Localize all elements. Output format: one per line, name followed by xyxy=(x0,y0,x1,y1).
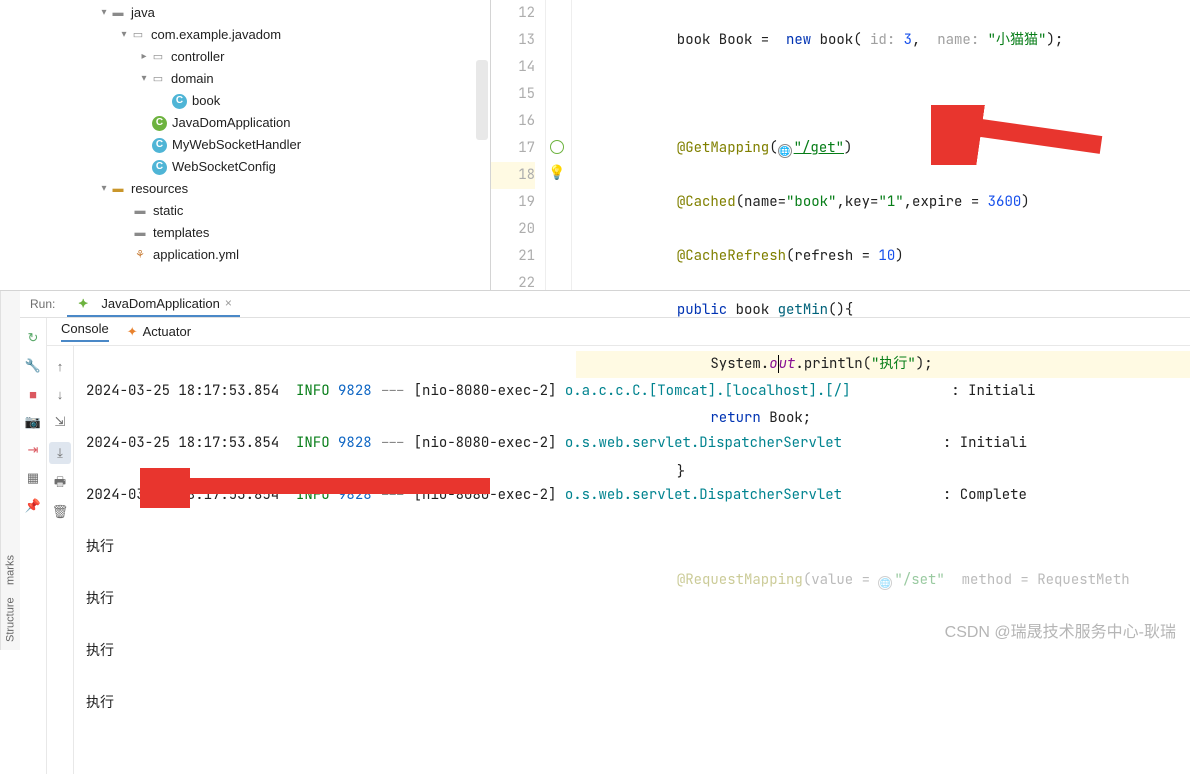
tree-label: application.yml xyxy=(153,244,239,266)
resources-folder-icon: ▬ xyxy=(110,181,126,197)
tree-item-templates[interactable]: ▬ templates xyxy=(0,222,490,244)
exit-icon[interactable]: ⇥ xyxy=(25,442,41,458)
tree-item-yml[interactable]: ⚘ application.yml xyxy=(0,244,490,266)
tree-label: domain xyxy=(171,68,214,90)
folder-icon: ▬ xyxy=(132,225,148,241)
run-label: Run: xyxy=(30,297,55,311)
structure-tool-button[interactable]: Structure xyxy=(5,597,17,642)
tree-item-ws[interactable]: C MyWebSocketHandler xyxy=(0,134,490,156)
gutter-icons: 💡 xyxy=(546,0,572,290)
line-gutter: 12 13 14 15 16 17 18 19 20 21 22 xyxy=(491,0,546,290)
up-icon[interactable]: ↑ xyxy=(52,358,68,374)
run-toolbar-left: ↻ 🔧 ■ 📷 ⇥ ▦ 📌 xyxy=(20,318,47,774)
scrollbar[interactable] xyxy=(476,60,488,140)
spring-gutter-icon[interactable] xyxy=(550,140,564,154)
tree-label: templates xyxy=(153,222,209,244)
left-toolwindow-bar[interactable]: Structure marks xyxy=(0,291,20,650)
wrap-icon[interactable]: ⇲ xyxy=(52,414,68,430)
layout-icon[interactable]: ▦ xyxy=(25,470,41,486)
tree-item-resources[interactable]: ▾▬resources xyxy=(0,178,490,200)
tree-label: WebSocketConfig xyxy=(172,156,276,178)
class-icon: C xyxy=(152,160,167,175)
tree-item-domain[interactable]: ▾▭domain xyxy=(0,68,490,90)
close-icon[interactable]: × xyxy=(225,296,232,310)
tree-label: MyWebSocketHandler xyxy=(172,134,301,156)
scroll-to-end-icon[interactable]: ⤓ xyxy=(49,442,71,464)
down-icon[interactable]: ↓ xyxy=(52,386,68,402)
package-icon: ▭ xyxy=(130,27,146,43)
class-icon: C xyxy=(152,138,167,153)
tree-label: static xyxy=(153,200,183,222)
stop-icon[interactable]: ■ xyxy=(25,386,41,402)
tree-label: java xyxy=(131,2,155,24)
tree-item-book[interactable]: Cbook xyxy=(0,90,490,112)
run-config-tab[interactable]: ⯌ JavaDomApplication × xyxy=(67,291,240,317)
spring-icon: ⯌ xyxy=(75,295,91,311)
class-icon: C xyxy=(172,94,187,109)
tree-label: controller xyxy=(171,46,224,68)
tree-item-static[interactable]: ▬ static xyxy=(0,200,490,222)
code-area[interactable]: book Book = new book( id: 3, name: "小猫猫"… xyxy=(572,0,1190,290)
folder-icon: ▬ xyxy=(110,5,126,21)
tree-label: book xyxy=(192,90,220,112)
tree-label: resources xyxy=(131,178,188,200)
tree-item-java[interactable]: ▾▬java xyxy=(0,2,490,24)
code-editor[interactable]: 12 13 14 15 16 17 18 19 20 21 22 💡 book … xyxy=(490,0,1190,290)
rerun-icon[interactable]: ↻ xyxy=(25,330,41,346)
run-tab-label: JavaDomApplication xyxy=(101,296,220,311)
camera-icon[interactable]: 📷 xyxy=(25,414,41,430)
console-line: 执行 xyxy=(86,690,1035,716)
tree-item-app[interactable]: C JavaDomApplication xyxy=(0,112,490,134)
tree-label: com.example.javadom xyxy=(151,24,281,46)
console-tab[interactable]: Console xyxy=(61,321,109,342)
tree-item-package[interactable]: ▾▭com.example.javadom xyxy=(0,24,490,46)
trash-icon[interactable]: 🗑 xyxy=(52,504,68,520)
wrench-icon[interactable]: 🔧 xyxy=(25,358,41,374)
tree-item-controller[interactable]: ▸▭controller xyxy=(0,46,490,68)
actuator-icon: ✦ xyxy=(127,324,138,340)
project-tree[interactable]: ▾▬java ▾▭com.example.javadom ▸▭controlle… xyxy=(0,0,490,290)
console-toolbar: ↑ ↓ ⇲ ⤓ 🖶 🗑 xyxy=(47,346,74,774)
tree-label: JavaDomApplication xyxy=(172,112,291,134)
spring-class-icon: C xyxy=(152,116,167,131)
tree-item-wscfg[interactable]: C WebSocketConfig xyxy=(0,156,490,178)
yml-icon: ⚘ xyxy=(132,247,148,263)
bookmarks-tool-button[interactable]: marks xyxy=(5,555,17,585)
globe-icon: 🌐 xyxy=(778,144,792,158)
print-icon[interactable]: 🖶 xyxy=(52,476,68,492)
actuator-tab[interactable]: ✦Actuator xyxy=(127,324,191,340)
intention-bulb-icon[interactable]: 💡 xyxy=(548,164,565,181)
globe-icon: 🌐 xyxy=(878,576,892,590)
folder-icon: ▬ xyxy=(132,203,148,219)
pin-icon[interactable]: 📌 xyxy=(25,498,41,514)
package-icon: ▭ xyxy=(150,49,166,65)
package-icon: ▭ xyxy=(150,71,166,87)
